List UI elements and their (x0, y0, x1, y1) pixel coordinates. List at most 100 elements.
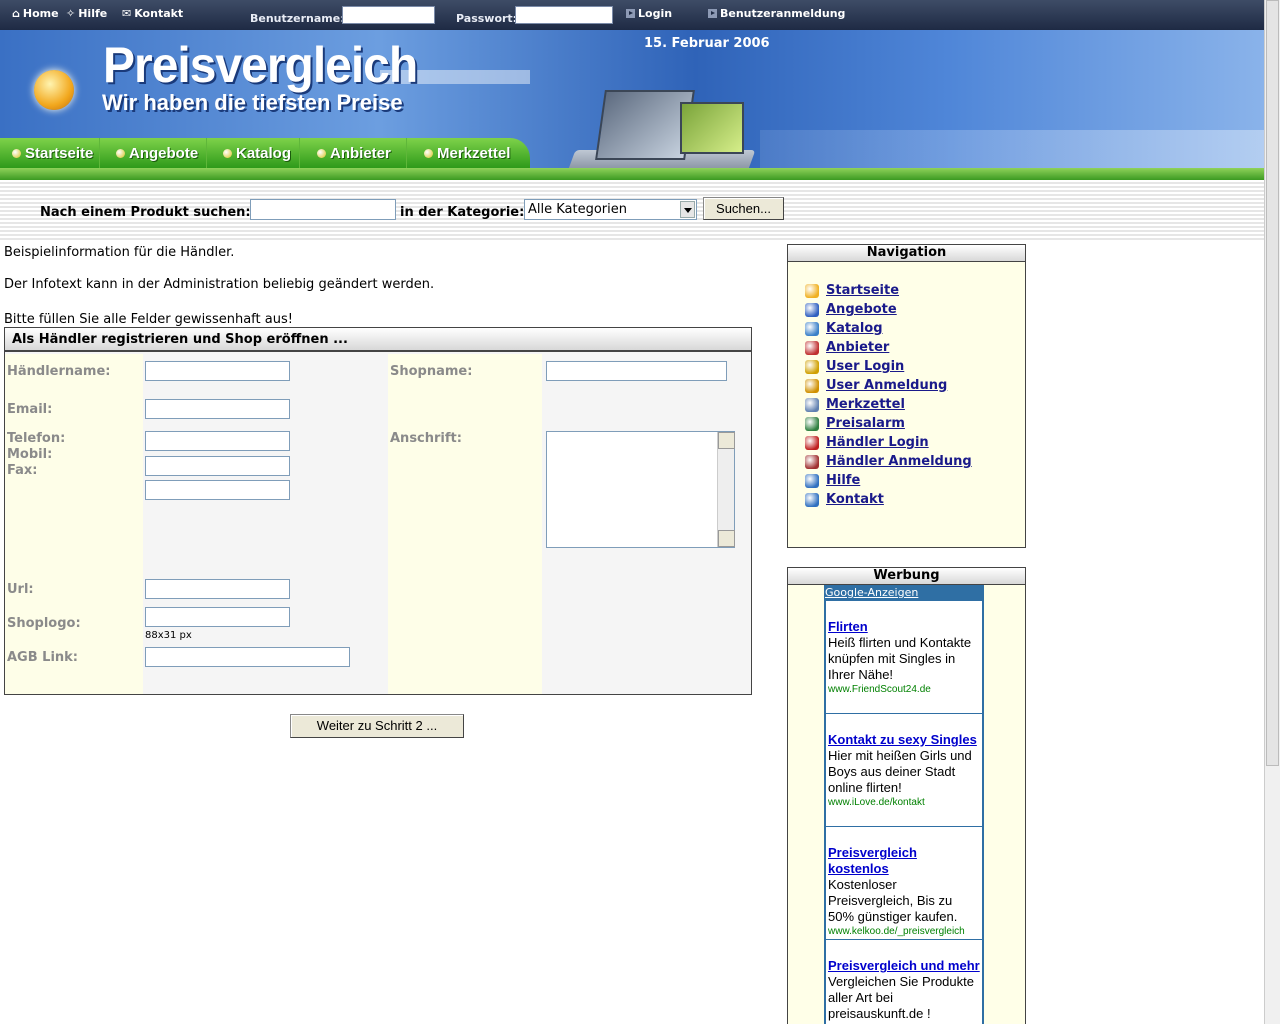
sidebar-link[interactable]: Händler Anmeldung (826, 454, 972, 469)
sidebar-item[interactable]: Händler Login (805, 433, 972, 452)
arrow-right-icon (626, 9, 635, 18)
ad-body: Heiß flirten und Kontakte knüpfen mit Si… (828, 635, 972, 682)
nav-katalog[interactable]: Katalog (207, 138, 300, 168)
search-input[interactable] (250, 199, 396, 220)
nav-angebote[interactable]: Angebote (100, 138, 207, 168)
telefon-input[interactable] (145, 431, 290, 451)
sidebar-item[interactable]: Preisalarm (805, 414, 972, 433)
sidebar-link[interactable]: Preisalarm (826, 416, 905, 431)
ad-item: Preisvergleich kostenlos Kostenloser Prei… (824, 827, 984, 940)
shopname-input[interactable] (546, 361, 727, 381)
site-subtitle: Wir haben die tiefsten Preise (102, 90, 403, 115)
top-bar: ⌂ Home ✧ Hilfe ✉ Kontakt Benutzername: Pass… (0, 0, 1264, 30)
sidebar-link[interactable]: Katalog (826, 321, 883, 336)
fax-label: Fax: (7, 463, 38, 478)
ad-url[interactable]: www.iLove.de/kontakt (828, 796, 980, 810)
nav-icon (805, 302, 819, 317)
sidebar-link[interactable]: Kontakt (826, 492, 884, 507)
search-button[interactable]: Suchen... (703, 197, 784, 220)
url-input[interactable] (145, 579, 290, 599)
navigation-list: Startseite Angebote Katalog Anbieter User Lo… (805, 281, 972, 509)
ad-url[interactable]: www.kelkoo.de/_preisvergleich (828, 925, 980, 939)
mobil-label: Mobil: (7, 447, 53, 462)
info-text: Bitte füllen Sie alle Felder gewissenhaf… (4, 312, 293, 327)
home-link[interactable]: ⌂ Home (12, 7, 59, 20)
nav-icon (805, 397, 819, 412)
chevron-down-icon[interactable] (680, 201, 695, 218)
sidebar-item[interactable]: Merkzettel (805, 395, 972, 414)
home-icon: ⌂ (12, 7, 20, 20)
nav-icon (805, 378, 819, 393)
contact-link[interactable]: ✉ Kontakt (122, 7, 183, 20)
nav-icon (805, 435, 819, 450)
anschrift-textarea[interactable] (546, 431, 735, 548)
ad-list: Flirten Heiß flirten und Kontakte knüpfen… (824, 601, 984, 1024)
nav-icon (805, 492, 819, 507)
sidebar-link[interactable]: Startseite (826, 283, 899, 298)
sidebar-link[interactable]: Hilfe (826, 473, 860, 488)
sidebar-item[interactable]: Startseite (805, 281, 972, 300)
password-input[interactable] (515, 6, 613, 24)
scrollbar-thumb[interactable] (1266, 0, 1279, 766)
next-step-button[interactable]: Weiter zu Schritt 2 ... (290, 714, 464, 738)
bullet-icon (116, 148, 125, 158)
sidebar-link[interactable]: Merkzettel (826, 397, 905, 412)
logo-icon (34, 70, 74, 110)
password-label: Passwort: (456, 12, 518, 25)
search-bar: Nach einem Produkt suchen: in der Katego… (0, 180, 1264, 240)
sidebar-item[interactable]: Kontakt (805, 490, 972, 509)
haendlername-input[interactable] (145, 361, 290, 381)
category-select[interactable]: Alle Kategorien (524, 199, 697, 220)
haendlername-label: Händlername: (7, 364, 111, 379)
nav-merkzettel[interactable]: Merkzettel (407, 138, 530, 168)
scrollbar[interactable] (717, 432, 735, 547)
shoplogo-input[interactable] (145, 607, 290, 627)
header-divider (0, 168, 1264, 180)
page-scrollbar[interactable] (1264, 0, 1280, 1024)
mobil-input[interactable] (145, 456, 290, 476)
sidebar-item[interactable]: User Anmeldung (805, 376, 972, 395)
sidebar-item[interactable]: Katalog (805, 319, 972, 338)
help-icon: ✧ (66, 7, 76, 20)
email-input[interactable] (145, 399, 290, 419)
sidebar-item[interactable]: Anbieter (805, 338, 972, 357)
ad-item: Flirten Heiß flirten und Kontakte knüpfen… (824, 601, 984, 714)
register-link[interactable]: Benutzeranmeldung (708, 7, 845, 20)
sidebar-link[interactable]: User Anmeldung (826, 378, 947, 393)
bullet-icon (223, 148, 232, 158)
agb-input[interactable] (145, 647, 350, 667)
username-input[interactable] (342, 6, 435, 24)
ad-title[interactable]: Preisvergleich und mehr (828, 958, 980, 974)
banner-swirl (760, 130, 1264, 170)
mail-icon: ✉ (122, 7, 132, 20)
laptop-image (680, 102, 744, 154)
info-text: Beispielinformation für die Händler. (4, 245, 235, 260)
navigation-box: Navigation Startseite Angebote Katalog Anbi… (787, 244, 1026, 548)
shopname-label: Shopname: (390, 364, 473, 379)
bullet-icon (317, 148, 326, 158)
sidebar-item[interactable]: Angebote (805, 300, 972, 319)
sidebar-item[interactable]: Händler Anmeldung (805, 452, 972, 471)
sidebar-link[interactable]: User Login (826, 359, 904, 374)
ad-title[interactable]: Kontakt zu sexy Singles (828, 732, 980, 748)
ad-title[interactable]: Preisvergleich kostenlos (828, 845, 980, 877)
sidebar-link[interactable]: Angebote (826, 302, 897, 317)
nav-startseite[interactable]: Startseite (0, 138, 100, 168)
ads-header-link[interactable]: Google-Anzeigen (824, 585, 984, 601)
sidebar-link[interactable]: Händler Login (826, 435, 929, 450)
nav-anbieter[interactable]: Anbieter (300, 138, 407, 168)
login-link[interactable]: Login (626, 7, 672, 20)
ad-body: Kostenloser Preisvergleich, Bis zu 50% g… (828, 877, 958, 924)
nav-icon (805, 340, 819, 355)
sidebar-item[interactable]: User Login (805, 357, 972, 376)
sidebar-item[interactable]: Hilfe (805, 471, 972, 490)
sidebar-link[interactable]: Anbieter (826, 340, 889, 355)
ad-url[interactable]: www.FriendScout24.de (828, 683, 980, 697)
username-label: Benutzername: (250, 12, 345, 25)
fax-input[interactable] (145, 480, 290, 500)
help-link[interactable]: ✧ Hilfe (66, 7, 107, 20)
ad-title[interactable]: Flirten (828, 619, 980, 635)
shoplogo-hint: 88x31 px (145, 630, 192, 641)
info-text: Der Infotext kann in der Administration … (4, 277, 435, 292)
nav-icon (805, 473, 819, 488)
